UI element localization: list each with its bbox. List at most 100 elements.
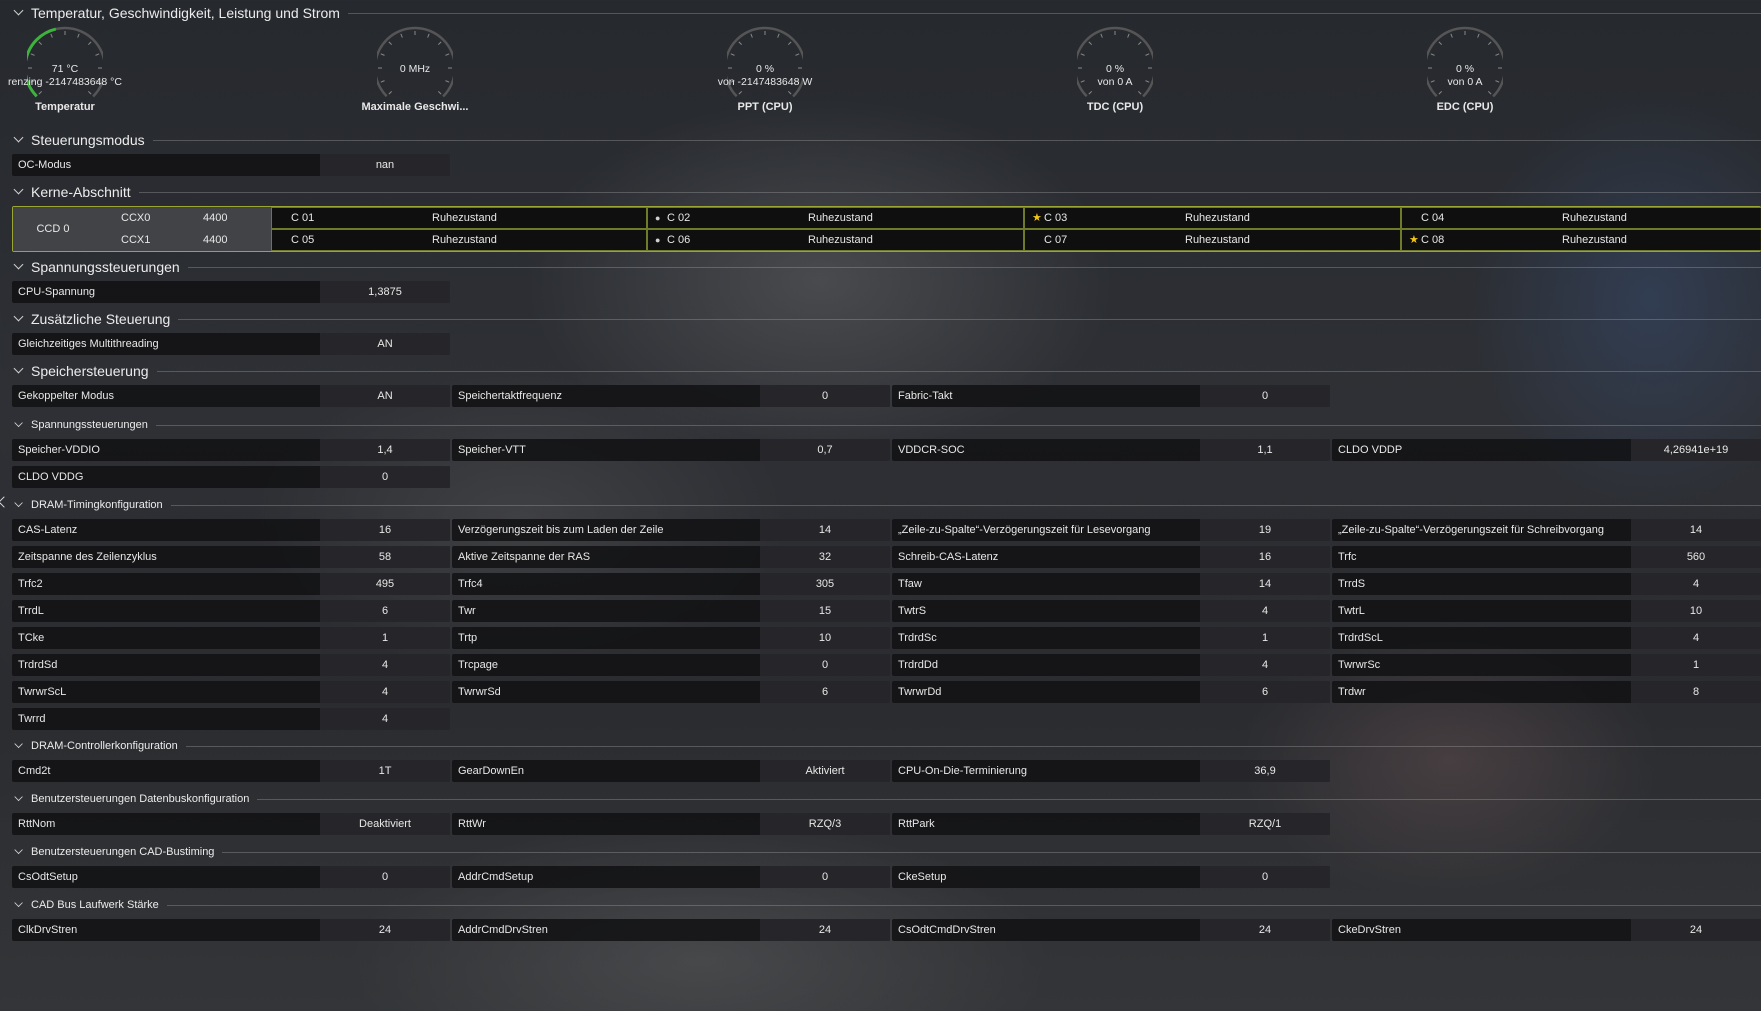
field-value[interactable]: 4 xyxy=(1200,654,1330,676)
setting-field[interactable]: Trtp 10 xyxy=(452,627,890,649)
setting-field[interactable]: Speicher-VTT 0,7 xyxy=(452,439,890,461)
field-value[interactable]: 0 xyxy=(1200,866,1330,888)
chevron-down-icon[interactable] xyxy=(13,313,25,325)
setting-field[interactable]: TwrwrScL 4 xyxy=(12,681,450,703)
field-value[interactable]: 0 xyxy=(1200,385,1330,407)
field-value[interactable]: 4 xyxy=(320,708,450,730)
section-header-cad-drive[interactable]: CAD Bus Laufwerk Stärke xyxy=(0,899,1761,911)
section-header-temp[interactable]: Temperatur, Geschwindigkeit, Leistung un… xyxy=(0,5,1761,21)
field-value[interactable]: 19 xyxy=(1200,519,1330,541)
setting-field[interactable]: Cmd2t 1T xyxy=(12,760,450,782)
field-value[interactable]: 1,3875 xyxy=(320,281,450,303)
setting-field[interactable]: TwrwrDd 6 xyxy=(892,681,1330,703)
section-header-dram-ctrl[interactable]: DRAM-Controllerkonfiguration xyxy=(0,740,1761,752)
chevron-down-icon[interactable] xyxy=(13,186,25,198)
chevron-down-icon[interactable] xyxy=(13,261,25,273)
core-cell[interactable]: C 05 Ruhezustand xyxy=(271,229,647,251)
chevron-down-icon[interactable] xyxy=(13,134,25,146)
setting-field[interactable]: TwtrL 10 xyxy=(1332,600,1761,622)
field-value[interactable]: 4,26941e+19 xyxy=(1631,439,1761,461)
field-value[interactable]: 0 xyxy=(760,866,890,888)
oc-mode-field[interactable]: OC-Modus nan xyxy=(12,154,450,176)
setting-field[interactable]: CPU-On-Die-Terminierung 36,9 xyxy=(892,760,1330,782)
field-value[interactable]: 10 xyxy=(1631,600,1761,622)
field-value[interactable]: 36,9 xyxy=(1200,760,1330,782)
field-value[interactable]: AN xyxy=(320,385,450,407)
field-value[interactable]: 6 xyxy=(320,600,450,622)
core-cell[interactable]: C 04 Ruhezustand xyxy=(1401,207,1761,229)
field-value[interactable]: 560 xyxy=(1631,546,1761,568)
setting-field[interactable]: Zeitspanne des Zeilenzyklus 58 xyxy=(12,546,450,568)
core-cell[interactable]: C 01 Ruhezustand xyxy=(271,207,647,229)
field-value[interactable]: 15 xyxy=(760,600,890,622)
section-header-extra[interactable]: Zusätzliche Steuerung xyxy=(0,311,1761,327)
setting-field[interactable]: VDDCR-SOC 1,1 xyxy=(892,439,1330,461)
setting-field[interactable]: TwtrS 4 xyxy=(892,600,1330,622)
setting-field[interactable]: Twrrd 4 xyxy=(12,708,450,730)
setting-field[interactable]: TrdrdSc 1 xyxy=(892,627,1330,649)
field-value[interactable]: Deaktiviert xyxy=(320,813,450,835)
field-value[interactable]: 1,4 xyxy=(320,439,450,461)
field-value[interactable]: AN xyxy=(320,333,450,355)
field-value[interactable]: 16 xyxy=(320,519,450,541)
field-value[interactable]: 4 xyxy=(320,681,450,703)
setting-field[interactable]: TrrdL 6 xyxy=(12,600,450,622)
field-value[interactable]: 14 xyxy=(1200,573,1330,595)
field-value[interactable]: 1,1 xyxy=(1200,439,1330,461)
field-value[interactable]: 32 xyxy=(760,546,890,568)
field-value[interactable]: 1 xyxy=(320,627,450,649)
setting-field[interactable]: CsOdtSetup 0 xyxy=(12,866,450,888)
setting-field[interactable]: Verzögerungszeit bis zum Laden der Zeile… xyxy=(452,519,890,541)
setting-field[interactable]: „Zeile-zu-Spalte“-Verzögerungszeit für L… xyxy=(892,519,1330,541)
setting-field[interactable]: Trfc2 495 xyxy=(12,573,450,595)
field-value[interactable]: 58 xyxy=(320,546,450,568)
core-cell[interactable]: ★ C 03 Ruhezustand xyxy=(1024,207,1401,229)
smt-field[interactable]: Gleichzeitiges Multithreading AN xyxy=(12,333,450,355)
field-value[interactable]: 14 xyxy=(760,519,890,541)
setting-field[interactable]: CAS-Latenz 16 xyxy=(12,519,450,541)
setting-field[interactable]: Speichertaktfrequenz 0 xyxy=(452,385,890,407)
field-value[interactable]: 1 xyxy=(1631,654,1761,676)
field-value[interactable]: 0 xyxy=(320,466,450,488)
chevron-down-icon[interactable] xyxy=(13,365,25,377)
field-value[interactable]: 495 xyxy=(320,573,450,595)
setting-field[interactable]: AddrCmdSetup 0 xyxy=(452,866,890,888)
field-value[interactable]: 14 xyxy=(1631,519,1761,541)
section-header-memory[interactable]: Speichersteuerung xyxy=(0,363,1761,379)
cpu-voltage-field[interactable]: CPU-Spannung 1,3875 xyxy=(12,281,450,303)
field-value[interactable]: nan xyxy=(320,154,450,176)
chevron-down-icon[interactable] xyxy=(14,500,24,510)
setting-field[interactable]: Schreib-CAS-Latenz 16 xyxy=(892,546,1330,568)
setting-field[interactable]: Trfc4 305 xyxy=(452,573,890,595)
field-value[interactable]: 16 xyxy=(1200,546,1330,568)
field-value[interactable]: RZQ/1 xyxy=(1200,813,1330,835)
setting-field[interactable]: RttPark RZQ/1 xyxy=(892,813,1330,835)
field-value[interactable]: 24 xyxy=(1631,919,1761,941)
setting-field[interactable]: TCke 1 xyxy=(12,627,450,649)
setting-field[interactable]: Trfc 560 xyxy=(1332,546,1761,568)
section-header-cores[interactable]: Kerne-Abschnitt xyxy=(0,184,1761,200)
setting-field[interactable]: AddrCmdDrvStren 24 xyxy=(452,919,890,941)
setting-field[interactable]: CLDO VDDG 0 xyxy=(12,466,450,488)
setting-field[interactable]: TrdrdScL 4 xyxy=(1332,627,1761,649)
section-header-voltage[interactable]: Spannungssteuerungen xyxy=(0,259,1761,275)
section-header-databus[interactable]: Benutzersteuerungen Datenbuskonfiguratio… xyxy=(0,793,1761,805)
setting-field[interactable]: TrdrdDd 4 xyxy=(892,654,1330,676)
section-header-control[interactable]: Steuerungsmodus xyxy=(0,132,1761,148)
field-value[interactable]: 0 xyxy=(760,385,890,407)
field-value[interactable]: 6 xyxy=(760,681,890,703)
setting-field[interactable]: CkeDrvStren 24 xyxy=(1332,919,1761,941)
field-value[interactable]: 4 xyxy=(1631,573,1761,595)
setting-field[interactable]: TwrwrSd 6 xyxy=(452,681,890,703)
field-value[interactable]: 4 xyxy=(1200,600,1330,622)
field-value[interactable]: 24 xyxy=(760,919,890,941)
setting-field[interactable]: Trdwr 8 xyxy=(1332,681,1761,703)
setting-field[interactable]: CkeSetup 0 xyxy=(892,866,1330,888)
field-value[interactable]: 0 xyxy=(760,654,890,676)
setting-field[interactable]: CsOdtCmdDrvStren 24 xyxy=(892,919,1330,941)
setting-field[interactable]: Fabric-Takt 0 xyxy=(892,385,1330,407)
chevron-down-icon[interactable] xyxy=(14,420,24,430)
setting-field[interactable]: TwrwrSc 1 xyxy=(1332,654,1761,676)
chevron-down-icon[interactable] xyxy=(14,847,24,857)
section-header-mem-voltage[interactable]: Spannungssteuerungen xyxy=(0,419,1761,431)
